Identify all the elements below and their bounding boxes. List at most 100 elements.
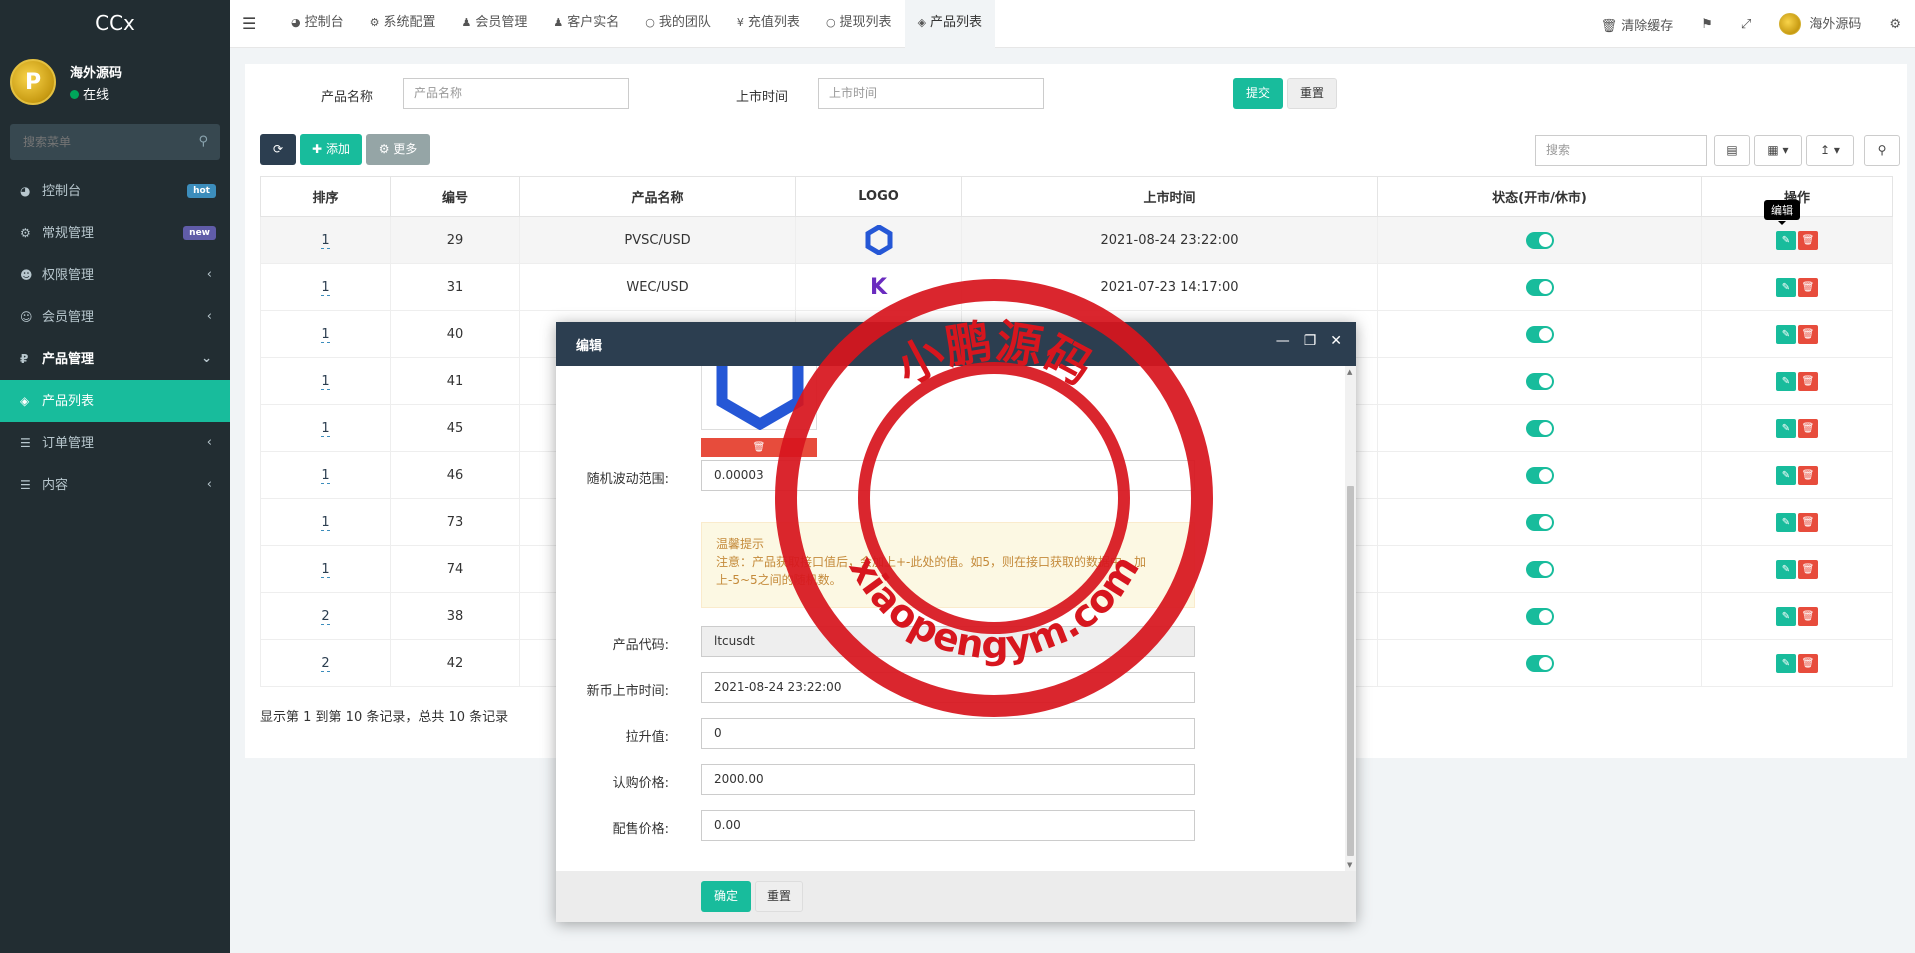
- status-toggle[interactable]: [1525, 607, 1554, 625]
- tab-real-name[interactable]: ♟ 客户实名: [540, 0, 632, 48]
- sort-value-link[interactable]: 1: [321, 420, 330, 437]
- status-toggle[interactable]: [1525, 513, 1554, 531]
- column-header[interactable]: 上市时间: [961, 176, 1378, 217]
- sidebar-item-permissions[interactable]: ☻ 权限管理 ‹: [0, 254, 230, 296]
- edit-button[interactable]: ✎: [1776, 465, 1796, 485]
- delete-button[interactable]: 🗑: [1798, 606, 1818, 626]
- status-toggle[interactable]: [1525, 560, 1554, 578]
- status-toggle[interactable]: [1525, 278, 1554, 296]
- maximize-icon[interactable]: ❐: [1304, 333, 1317, 349]
- clear-cache-button[interactable]: 🗑 清除缓存: [1587, 15, 1688, 34]
- modal-reset-button[interactable]: 重置: [755, 881, 803, 912]
- delete-button[interactable]: 🗑: [1798, 653, 1818, 673]
- sort-value-link[interactable]: 1: [321, 326, 330, 343]
- settings-icon[interactable]: ⚙: [1875, 17, 1915, 32]
- delete-button[interactable]: 🗑: [1798, 559, 1818, 579]
- subscribe-price-input[interactable]: 2000.00: [701, 764, 1195, 795]
- delete-button[interactable]: 🗑: [1798, 465, 1818, 485]
- status-toggle[interactable]: [1525, 325, 1554, 343]
- sort-value-link[interactable]: 2: [321, 655, 330, 672]
- sidebar-item-product-list[interactable]: ◈ 产品列表: [0, 380, 230, 422]
- filter-date-input[interactable]: 上市时间: [818, 78, 1044, 109]
- status-toggle[interactable]: [1525, 654, 1554, 672]
- refresh-button[interactable]: ⟳: [260, 134, 296, 165]
- more-button[interactable]: ⚙ 更多: [366, 134, 430, 165]
- sort-value-link[interactable]: 1: [321, 279, 330, 296]
- column-header[interactable]: 编号: [390, 176, 520, 217]
- menu-toggle-icon[interactable]: ☰: [242, 14, 256, 33]
- sort-value-link[interactable]: 1: [321, 373, 330, 390]
- edit-button[interactable]: ✎: [1776, 653, 1796, 673]
- tab-members[interactable]: ♟ 会员管理: [449, 0, 541, 48]
- scroll-down-icon[interactable]: ▼: [1347, 861, 1352, 869]
- delete-button[interactable]: 🗑: [1798, 512, 1818, 532]
- sort-value-link[interactable]: 2: [321, 608, 330, 625]
- modal-scrollbar[interactable]: ▲ ▼: [1345, 366, 1356, 871]
- sort-value-link[interactable]: 1: [321, 467, 330, 484]
- scroll-thumb[interactable]: [1347, 486, 1354, 856]
- sidebar-item-orders[interactable]: ☰ 订单管理 ‹: [0, 422, 230, 464]
- table-row[interactable]: 1 31 WEC/USD K 2021-07-23 14:17:00 ✎ 🗑: [260, 263, 1893, 311]
- filter-name-input[interactable]: 产品名称: [403, 78, 629, 109]
- edit-button[interactable]: ✎: [1776, 371, 1796, 391]
- edit-button[interactable]: ✎: [1776, 559, 1796, 579]
- confirm-button[interactable]: 确定: [701, 881, 751, 912]
- edit-button[interactable]: ✎: [1776, 606, 1796, 626]
- search-button[interactable]: ⚲: [1864, 135, 1900, 166]
- user-menu[interactable]: 海外源码: [1765, 13, 1875, 36]
- table-row[interactable]: 1 29 PVSC/USD 2021-08-24 23:22:00 ✎ 🗑: [260, 216, 1893, 264]
- sidebar-search-input[interactable]: [10, 124, 220, 160]
- export-button[interactable]: ↥ ▾: [1806, 135, 1854, 166]
- status-toggle[interactable]: [1525, 466, 1554, 484]
- sidebar-item-dashboard[interactable]: ◕ 控制台 hot: [0, 170, 230, 212]
- edit-button[interactable]: ✎: [1776, 277, 1796, 297]
- sidebar-item-members[interactable]: ☺ 会员管理 ‹: [0, 296, 230, 338]
- filter-submit-button[interactable]: 提交: [1233, 78, 1283, 109]
- toggle-view-button[interactable]: ▤: [1714, 135, 1750, 166]
- tab-dashboard[interactable]: ◕ 控制台: [278, 0, 357, 48]
- sidebar-item-products[interactable]: ₽ 产品管理 ⌄: [0, 338, 230, 380]
- column-header[interactable]: 排序: [260, 176, 391, 217]
- sort-value-link[interactable]: 1: [321, 232, 330, 249]
- delete-button[interactable]: 🗑: [1798, 371, 1818, 391]
- code-input[interactable]: ltcusdt: [701, 626, 1195, 657]
- fullscreen-icon[interactable]: ⤢: [1727, 17, 1765, 32]
- status-toggle[interactable]: [1525, 419, 1554, 437]
- delete-button[interactable]: 🗑: [1798, 418, 1818, 438]
- delete-logo-button[interactable]: 🗑: [701, 438, 817, 457]
- tab-team[interactable]: ○ 我的团队: [632, 0, 724, 48]
- listing-date-input[interactable]: 2021-08-24 23:22:00: [701, 672, 1195, 703]
- add-button[interactable]: ✚ 添加: [300, 134, 362, 165]
- tab-recharge[interactable]: ¥ 充值列表: [724, 0, 813, 48]
- filter-reset-button[interactable]: 重置: [1287, 78, 1337, 109]
- edit-button[interactable]: ✎: [1776, 324, 1796, 344]
- sort-value-link[interactable]: 1: [321, 514, 330, 531]
- table-search-input[interactable]: 搜索: [1535, 135, 1707, 166]
- close-icon[interactable]: ✕: [1330, 333, 1342, 349]
- edit-button[interactable]: ✎: [1776, 512, 1796, 532]
- tab-system-config[interactable]: ⚙ 系统配置: [357, 0, 449, 48]
- sort-value-link[interactable]: 1: [321, 561, 330, 578]
- delete-button[interactable]: 🗑: [1798, 324, 1818, 344]
- edit-button[interactable]: ✎: [1776, 230, 1796, 250]
- sidebar-item-content[interactable]: ☰ 内容 ‹: [0, 464, 230, 506]
- delete-button[interactable]: 🗑: [1798, 277, 1818, 297]
- tab-product-list[interactable]: ◈ 产品列表: [904, 0, 996, 48]
- status-toggle[interactable]: [1525, 231, 1554, 249]
- delete-button[interactable]: 🗑: [1798, 230, 1818, 250]
- scroll-up-icon[interactable]: ▲: [1347, 368, 1352, 376]
- brand-logo[interactable]: CCx: [0, 0, 230, 47]
- table-header-row: 排序 编号 产品名称 LOGO 上市时间 状态(开市/休市) 操作: [260, 176, 1893, 217]
- edit-button[interactable]: ✎: [1776, 418, 1796, 438]
- range-input[interactable]: 0.00003: [701, 460, 1195, 491]
- flag-icon[interactable]: ⚑: [1687, 17, 1727, 32]
- column-header[interactable]: 产品名称: [519, 176, 796, 217]
- minimize-icon[interactable]: —: [1276, 333, 1290, 349]
- sidebar-item-general[interactable]: ⚙ 常规管理 new: [0, 212, 230, 254]
- search-icon[interactable]: ⚲: [198, 134, 208, 149]
- tab-withdraw[interactable]: ○ 提现列表: [813, 0, 905, 48]
- status-toggle[interactable]: [1525, 372, 1554, 390]
- allot-price-input[interactable]: 0.00: [701, 810, 1195, 841]
- columns-button[interactable]: ▦ ▾: [1754, 135, 1802, 166]
- lift-input[interactable]: 0: [701, 718, 1195, 749]
